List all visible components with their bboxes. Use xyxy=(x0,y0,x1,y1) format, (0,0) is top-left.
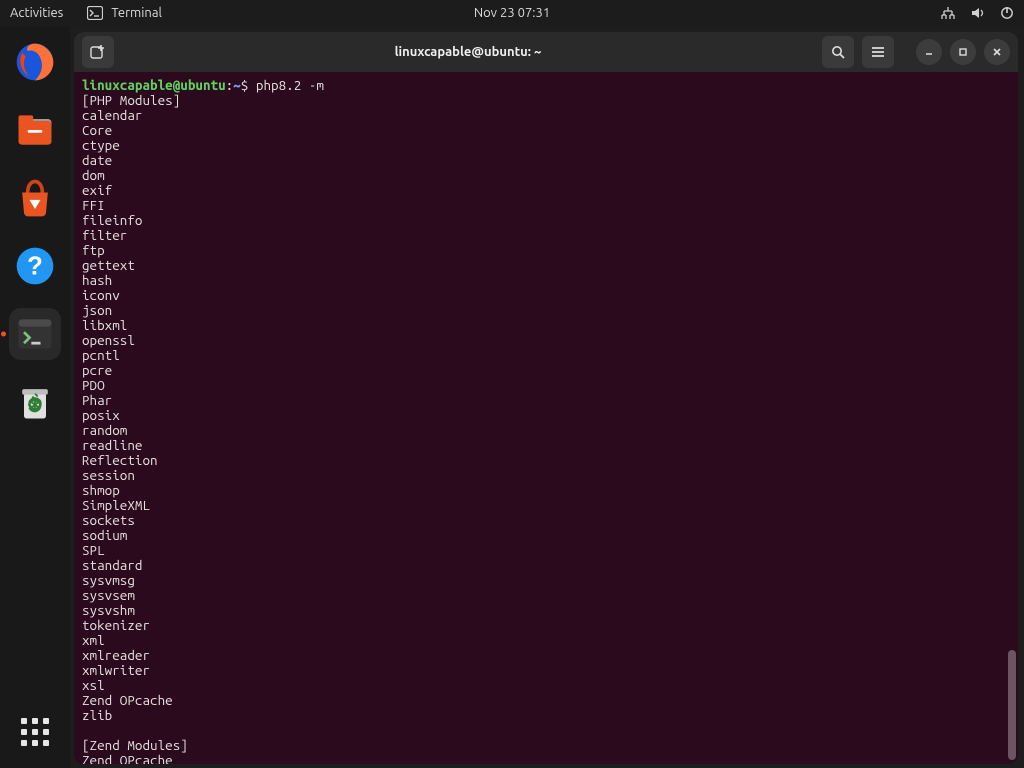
dock-trash[interactable] xyxy=(9,376,61,428)
gnome-topbar: Activities Terminal Nov 23 07:31 xyxy=(0,0,1024,26)
close-button[interactable] xyxy=(984,39,1010,65)
terminal-icon xyxy=(13,312,57,356)
dock-software[interactable] xyxy=(9,172,61,224)
prompt-user: linuxcapable@ubuntu xyxy=(82,77,226,93)
volume-icon[interactable] xyxy=(970,6,986,20)
menu-button[interactable] xyxy=(862,36,894,68)
power-icon[interactable] xyxy=(1000,6,1014,20)
scrollbar-thumb[interactable] xyxy=(1008,650,1016,760)
hamburger-icon xyxy=(871,46,885,58)
minimize-icon xyxy=(924,47,934,57)
prompt-dollar: $ xyxy=(241,77,249,93)
search-icon xyxy=(831,45,846,60)
clock[interactable]: Nov 23 07:31 xyxy=(474,6,550,20)
activities-button[interactable]: Activities xyxy=(10,6,63,20)
titlebar: linuxcapable@ubuntu: ~ xyxy=(74,32,1018,72)
dock-firefox[interactable] xyxy=(9,36,61,88)
dock-help[interactable]: ? xyxy=(9,240,61,292)
dock-terminal[interactable]: Terminal xyxy=(9,308,61,360)
svg-text:?: ? xyxy=(27,252,43,280)
appmenu[interactable]: Terminal xyxy=(87,6,162,20)
maximize-button[interactable] xyxy=(950,39,976,65)
search-button[interactable] xyxy=(822,36,854,68)
window-title: linuxcapable@ubuntu: ~ xyxy=(120,45,816,59)
software-store-icon xyxy=(13,176,57,220)
terminal-window: linuxcapable@ubuntu: ~ xyxy=(74,32,1018,764)
prompt-path: ~ xyxy=(233,77,241,93)
terminal-body[interactable]: linuxcapable@ubuntu:~$ php8.2 -m [PHP Mo… xyxy=(74,72,1018,764)
new-tab-button[interactable] xyxy=(82,36,114,68)
minimize-button[interactable] xyxy=(916,39,942,65)
firefox-icon xyxy=(13,40,57,84)
new-tab-icon xyxy=(90,44,106,60)
network-icon[interactable] xyxy=(940,6,956,20)
show-applications[interactable] xyxy=(17,714,53,750)
maximize-icon xyxy=(958,47,968,57)
terminal-icon xyxy=(87,6,103,20)
terminal-output: [PHP Modules] calendar Core ctype date d… xyxy=(82,92,188,764)
close-icon xyxy=(992,47,1002,57)
dock-files[interactable] xyxy=(9,104,61,156)
trash-icon xyxy=(13,380,57,424)
help-icon: ? xyxy=(13,244,57,288)
appmenu-label: Terminal xyxy=(111,6,162,20)
dock: ? Terminal xyxy=(0,26,70,768)
prompt-command: php8.2 -m xyxy=(256,77,324,93)
files-icon xyxy=(13,108,57,152)
